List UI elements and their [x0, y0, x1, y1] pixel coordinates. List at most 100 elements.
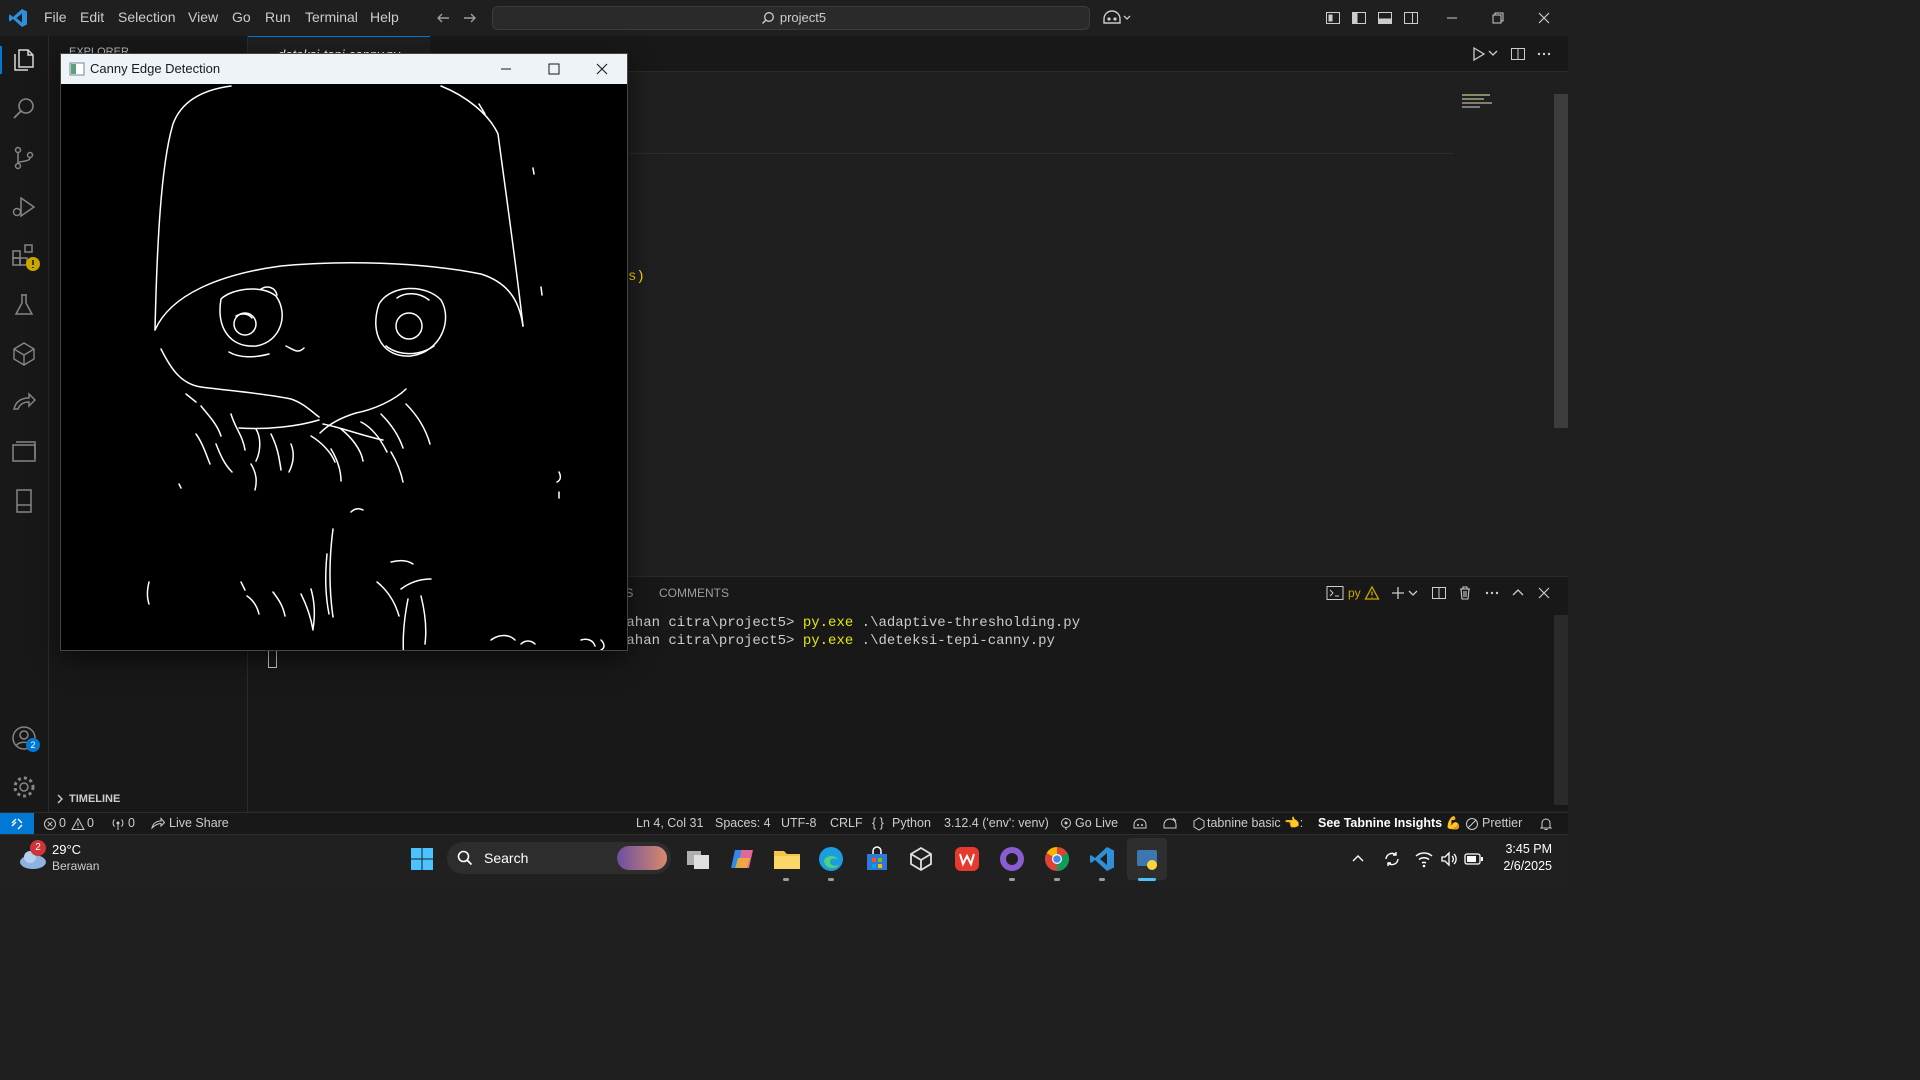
window-titlebar[interactable]: Canny Edge Detection [61, 54, 627, 84]
wifi-icon[interactable] [1414, 850, 1434, 868]
run-dropdown-chevron-icon[interactable] [1488, 48, 1498, 58]
editor-scrollbar[interactable] [1554, 94, 1568, 428]
remote-indicator[interactable] [0, 813, 34, 835]
close-panel-icon[interactable] [1536, 585, 1552, 601]
timeline-section[interactable]: TIMELINE [69, 793, 120, 805]
notifications-bell-icon[interactable] [1539, 817, 1553, 831]
language-mode[interactable]: Python [892, 816, 931, 830]
new-terminal-plus-icon[interactable] [1390, 585, 1406, 601]
search-activity-icon[interactable] [10, 95, 38, 123]
start-windows-icon[interactable] [410, 847, 434, 871]
menu-file[interactable]: File [44, 9, 67, 25]
window-maximize-icon[interactable] [531, 54, 577, 84]
vscode-logo-icon[interactable] [8, 8, 28, 28]
menu-view[interactable]: View [188, 9, 218, 25]
running-indicator [1009, 878, 1015, 881]
clock-date[interactable]: 2/6/2025 [1492, 859, 1552, 873]
canny-edge-detection-window[interactable]: Canny Edge Detection [61, 54, 627, 650]
code-fragment[interactable]: s) [628, 269, 645, 285]
github-desktop-icon[interactable] [999, 846, 1025, 872]
live-share-status[interactable]: Live Share [169, 816, 229, 830]
command-center-search[interactable]: project5 [492, 6, 1090, 30]
tabnine-insights[interactable]: See Tabnine Insights 💪 [1318, 816, 1461, 831]
chrome-browser-icon[interactable] [1044, 846, 1070, 872]
testing-icon[interactable] [10, 291, 38, 319]
terminal-line[interactable]: lahan citra\project5> py.exe .\adaptive-… [618, 615, 1080, 631]
battery-icon[interactable] [1464, 851, 1484, 867]
weather-description[interactable]: Berawan [52, 859, 99, 873]
ports-count[interactable]: 0 [128, 816, 135, 830]
toggle-secondary-sidebar-icon[interactable] [1403, 10, 1419, 26]
menu-go[interactable]: Go [232, 9, 251, 25]
error-count[interactable]: 0 [59, 816, 66, 830]
file-encoding[interactable]: UTF-8 [781, 816, 816, 830]
more-actions-icon[interactable] [1536, 46, 1552, 62]
split-terminal-icon[interactable] [1431, 585, 1447, 601]
terminal-scrollbar[interactable] [1554, 615, 1568, 805]
panel-more-icon[interactable] [1484, 585, 1500, 601]
taskbar-search-box[interactable]: Search [447, 842, 671, 874]
terminal-warning-icon [1364, 585, 1380, 600]
task-view-icon[interactable] [685, 847, 711, 871]
go-live-broadcast-icon [1061, 818, 1071, 830]
tab-comments[interactable]: COMMENTS [659, 586, 729, 600]
cube-app-icon[interactable] [908, 846, 934, 872]
back-arrow-icon[interactable] [435, 10, 451, 26]
kill-terminal-trash-icon[interactable] [1457, 585, 1473, 601]
copilot-status-icon[interactable] [1132, 817, 1148, 831]
live-share-activity-icon[interactable] [10, 389, 38, 417]
volume-icon[interactable] [1440, 850, 1458, 868]
terminal-profile-label[interactable]: py [1348, 586, 1361, 600]
customize-layout-icon[interactable] [1325, 10, 1341, 26]
restore-window-icon[interactable] [1490, 10, 1506, 26]
clock-time[interactable]: 3:45 PM [1500, 842, 1552, 856]
menu-edit[interactable]: Edit [80, 9, 104, 25]
vscode-taskbar-icon[interactable] [1089, 846, 1115, 872]
notebook-icon[interactable] [10, 487, 38, 515]
toggle-panel-icon[interactable] [1377, 10, 1393, 26]
minimize-window-icon[interactable] [1444, 10, 1460, 26]
python-app-icon[interactable] [1134, 846, 1160, 872]
source-control-icon[interactable] [10, 144, 38, 172]
docker-containers-icon[interactable] [10, 438, 38, 466]
run-debug-icon[interactable] [10, 193, 38, 221]
toggle-primary-sidebar-icon[interactable] [1351, 10, 1367, 26]
terminal-prompt: lahan citra\project5> [618, 633, 803, 649]
window-minimize-icon[interactable] [483, 54, 529, 84]
show-hidden-icons-chevron-up-icon[interactable] [1350, 851, 1366, 867]
menu-run[interactable]: Run [265, 9, 291, 25]
copilot-icon[interactable] [1102, 9, 1132, 27]
close-window-icon[interactable] [1536, 10, 1552, 26]
microsoft-store-icon[interactable] [864, 846, 890, 872]
python-interpreter[interactable]: 3.12.4 ('env': venv) [944, 816, 1049, 830]
copilot-app-icon[interactable] [729, 846, 755, 872]
terminal-dropdown-chevron-icon[interactable] [1408, 588, 1418, 598]
maximize-panel-chevron-up-icon[interactable] [1510, 585, 1526, 601]
warning-count[interactable]: 0 [87, 816, 94, 830]
remote-explorer-icon[interactable] [10, 340, 38, 368]
go-live[interactable]: Go Live [1075, 816, 1118, 830]
indentation[interactable]: Spaces: 4 [715, 816, 771, 830]
tabnine-status[interactable]: tabnine basic 👈: [1207, 816, 1303, 831]
sync-icon[interactable] [1382, 849, 1402, 869]
prettier-status[interactable]: Prettier [1482, 816, 1522, 830]
wps-office-icon[interactable] [954, 846, 980, 872]
cursor-position[interactable]: Ln 4, Col 31 [636, 816, 703, 830]
edge-browser-icon[interactable] [818, 846, 844, 872]
terminal-line[interactable]: lahan citra\project5> py.exe .\deteksi-t… [618, 633, 1055, 649]
minimap[interactable] [1462, 94, 1496, 114]
file-explorer-icon[interactable] [773, 847, 801, 871]
run-python-file-icon[interactable] [1470, 46, 1486, 62]
line-ending[interactable]: CRLF [830, 816, 863, 830]
split-editor-icon[interactable] [1510, 46, 1526, 62]
chevron-right-icon[interactable] [55, 794, 65, 804]
copilot-chat-icon[interactable] [1162, 816, 1178, 832]
window-close-icon[interactable] [579, 54, 625, 84]
weather-temperature[interactable]: 29°C [52, 842, 81, 857]
explorer-icon[interactable] [10, 46, 38, 74]
forward-arrow-icon[interactable] [462, 10, 478, 26]
menu-help[interactable]: Help [370, 9, 399, 25]
menu-terminal[interactable]: Terminal [305, 9, 358, 25]
menu-selection[interactable]: Selection [118, 9, 176, 25]
manage-gear-icon[interactable] [10, 773, 38, 801]
